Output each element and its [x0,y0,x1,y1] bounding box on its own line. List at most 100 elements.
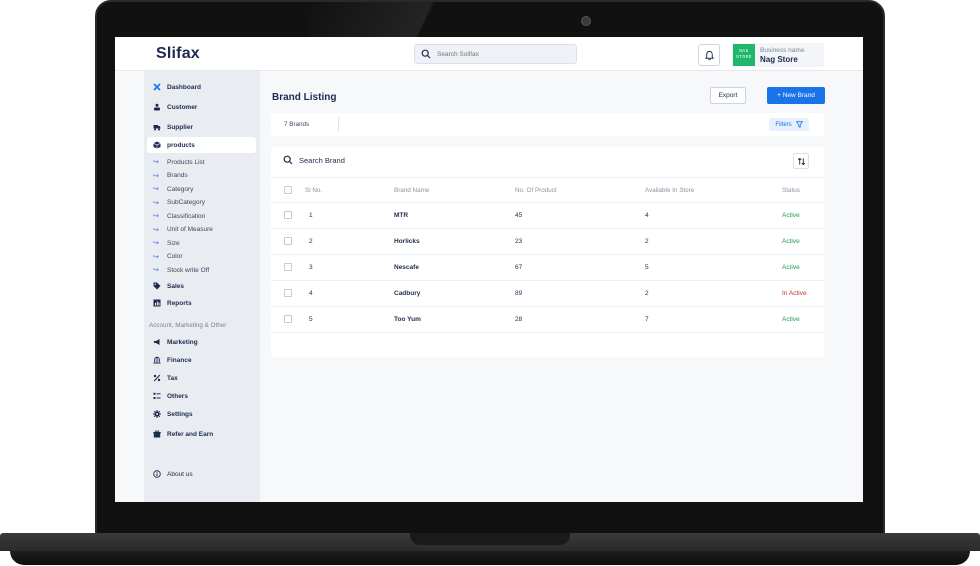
cell-brand-name: MTR [394,212,409,219]
bank-icon [153,356,161,364]
table-row[interactable]: 2 Horlicks 23 2 Active [271,229,824,255]
sidebar-subitem-brands[interactable]: ↪ Brands [153,170,188,182]
cell-products: 23 [515,238,523,245]
sidebar-subitem-stock-write-off[interactable]: ↪ Stock write Off [153,264,209,276]
status-badge: Active [782,212,800,219]
cell-sl: 2 [309,238,313,245]
row-checkbox[interactable] [284,237,292,245]
cell-sl: 5 [309,316,313,323]
sidebar-subitem-unit-of-measure[interactable]: ↪ Unit of Measure [153,224,213,236]
column-header[interactable]: Brand Name [394,187,429,194]
percent-icon [153,374,161,382]
base-bottom [10,551,970,565]
filters-button[interactable]: Filters [769,118,809,131]
sidebar-item-settings[interactable]: Settings [144,406,256,422]
export-button[interactable]: Export [710,87,746,104]
dashboard-x-icon [153,83,161,91]
cell-products: 67 [515,264,523,271]
sidebar-subitem-subcategory[interactable]: ↪ SubCategory [153,197,205,209]
row-checkbox[interactable] [284,263,292,271]
cell-products: 28 [515,316,523,323]
truck-icon [153,125,161,131]
base-notch [410,533,570,545]
business-logo: NAG STORE [733,44,755,66]
sidebar-item-finance[interactable]: Finance [144,352,256,368]
bell-icon [704,50,714,60]
main-content: Brand Listing Export + New Brand 7 Brand… [260,71,863,502]
app-logo[interactable]: Slifax [156,45,200,63]
sidebar-item-about-us[interactable]: About us [144,466,256,482]
cell-sl: 3 [309,264,313,271]
arrow-right-icon: ↪ [153,267,159,274]
top-bar: Slifax NAG STORE Business name Nag Store [115,37,863,71]
camera-icon [581,16,591,26]
new-brand-button[interactable]: + New Brand [767,87,825,104]
column-header[interactable]: Sl No. [305,187,322,194]
sort-arrows-icon [797,157,805,165]
table-row[interactable]: 1 MTR 45 4 Active [271,203,824,229]
sidebar-item-products[interactable]: products [147,137,256,153]
table-row[interactable]: 3 Nescafe 67 5 Active [271,255,824,281]
arrow-right-icon: ↪ [153,186,159,193]
sidebar-subitem-color[interactable]: ↪ Color [153,251,183,263]
sidebar-item-reports[interactable]: Reports [144,295,256,311]
arrow-right-icon: ↪ [153,172,159,180]
customer-icon [154,103,160,111]
business-name: Nag Store [760,55,798,64]
arrow-right-icon: ↪ [153,240,159,247]
column-header[interactable]: Status [782,187,800,194]
status-badge: Active [782,238,800,245]
arrow-right-icon: ↪ [153,226,159,234]
sidebar-item-marketing[interactable]: Marketing [144,334,256,350]
sidebar-item-dashboard[interactable]: Dashboard [144,79,256,95]
page-title: Brand Listing [272,92,337,103]
sidebar-item-refer-and-earn[interactable]: Refer and Earn [144,426,256,442]
column-header[interactable]: No. Of Product [515,187,557,194]
cell-brand-name: Nescafe [394,264,419,271]
brand-table: Search Brand Sl No. Brand Name No. Of Pr… [271,147,824,357]
global-search[interactable] [414,44,577,64]
gift-icon [153,430,161,438]
app-screen: Slifax NAG STORE Business name Nag Store [115,37,863,502]
row-checkbox[interactable] [284,315,292,323]
cell-brand-name: Horlicks [394,238,420,245]
sidebar-item-supplier[interactable]: Supplier [144,119,256,135]
cell-brand-name: Cadbury [394,290,421,297]
table-row[interactable]: 4 Cadbury 89 2 In Active [271,281,824,307]
search-icon [283,155,293,165]
table-row[interactable]: 5 Too Yum 28 7 Active [271,307,824,333]
list-icon [153,392,161,399]
sidebar-item-customer[interactable]: Customer [144,99,256,115]
row-checkbox[interactable] [284,289,292,297]
row-checkbox[interactable] [284,211,292,219]
sidebar-subitem-classification[interactable]: ↪ Classification [153,210,205,222]
select-all-checkbox[interactable] [284,186,292,194]
status-badge: Active [782,316,800,323]
cell-available: 4 [645,212,649,219]
sidebar-subitem-size[interactable]: ↪ Size [153,237,180,249]
business-label: Business name [760,47,805,54]
sidebar-subitem-products-list[interactable]: ↪ Products List [153,156,205,168]
sort-button[interactable] [793,153,809,169]
brand-search[interactable]: Search Brand [283,155,345,165]
info-icon [153,470,161,478]
divider [338,117,339,132]
filter-icon [795,121,803,128]
cell-products: 89 [515,290,523,297]
cell-available: 7 [645,316,649,323]
business-switcher[interactable]: NAG STORE Business name Nag Store [732,43,824,67]
sidebar-item-others[interactable]: Others [144,388,256,404]
brand-search-label: Search Brand [299,155,345,165]
brand-count: 7 Brands [284,121,310,128]
sidebar-subitem-category[interactable]: ↪ Category [153,183,193,195]
laptop-frame: Slifax NAG STORE Business name Nag Store [0,0,980,566]
megaphone-icon [154,339,160,345]
notification-button[interactable] [698,44,720,66]
bezel-glare [307,2,567,40]
chart-icon [153,299,161,307]
sidebar-item-tax[interactable]: Tax [144,370,256,386]
cell-available: 2 [645,290,649,297]
global-search-input[interactable] [437,50,567,58]
sidebar-item-sales[interactable]: Sales [144,278,256,294]
column-header[interactable]: Available In Store [645,187,694,194]
